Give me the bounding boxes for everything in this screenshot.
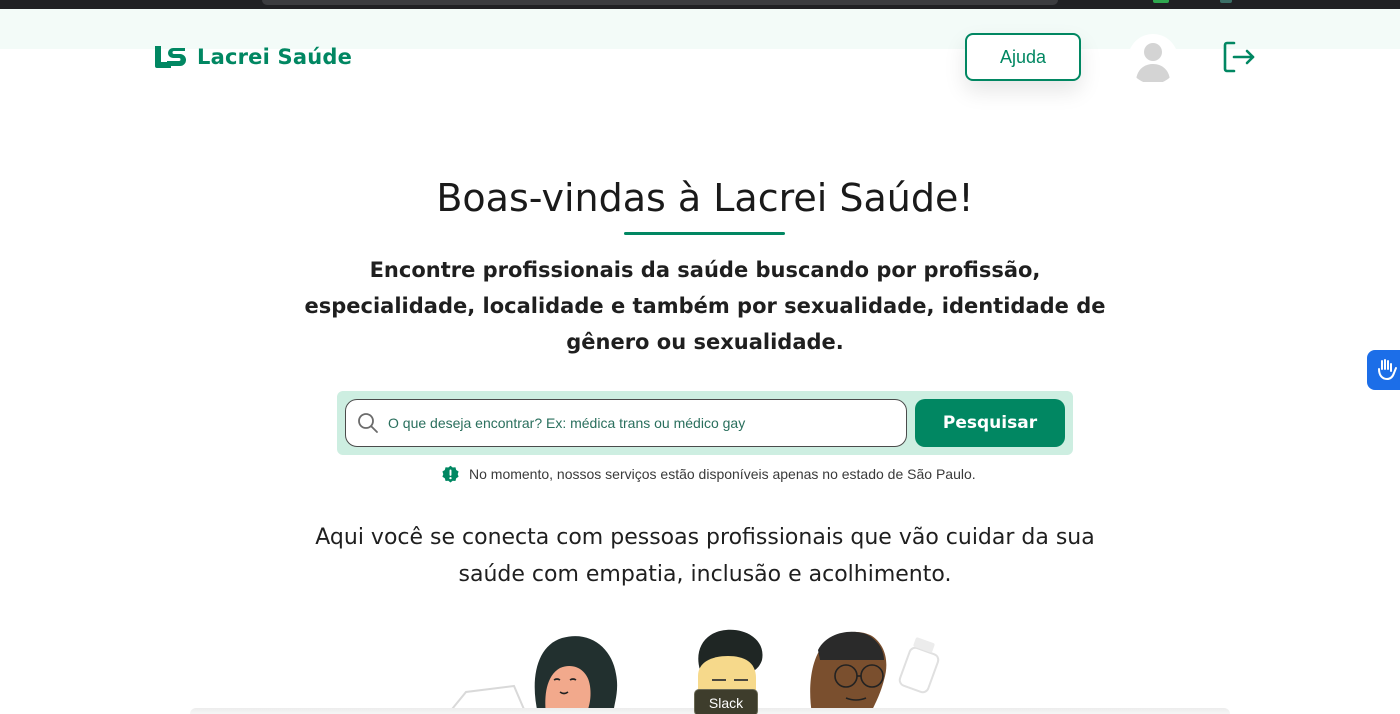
tagline: Aqui você se conecta com pessoas profiss… xyxy=(315,525,1095,587)
alert-icon xyxy=(442,465,459,482)
search-icon xyxy=(358,413,378,433)
hero-description: Encontre profissionais da saúde buscando… xyxy=(304,258,1106,354)
search-button[interactable]: Pesquisar xyxy=(915,399,1065,447)
tooltip: Slack xyxy=(694,689,758,714)
search-input[interactable] xyxy=(388,403,906,443)
page-title: Boas-vindas à Lacrei Saúde! xyxy=(436,176,974,220)
browser-tab-bar xyxy=(262,0,1058,5)
title-underline xyxy=(624,232,785,235)
browser-top-strip xyxy=(0,0,1400,9)
search-container: Pesquisar xyxy=(337,391,1073,455)
availability-notice: No momento, nossos serviços estão dispon… xyxy=(441,464,976,484)
user-avatar-icon[interactable] xyxy=(1128,34,1178,84)
brand-logo[interactable]: Lacrei Saúde xyxy=(153,43,352,71)
lacrei-logo-icon xyxy=(155,46,186,68)
logout-icon[interactable] xyxy=(1222,40,1256,74)
help-button[interactable]: Ajuda xyxy=(965,33,1081,81)
browser-indicator xyxy=(1153,0,1169,3)
brand-name: Lacrei Saúde xyxy=(197,45,353,69)
browser-indicator xyxy=(1220,0,1232,3)
search-field[interactable] xyxy=(345,399,907,447)
sign-language-icon[interactable] xyxy=(1367,350,1400,390)
notice-text: No momento, nossos serviços estão dispon… xyxy=(469,466,976,482)
